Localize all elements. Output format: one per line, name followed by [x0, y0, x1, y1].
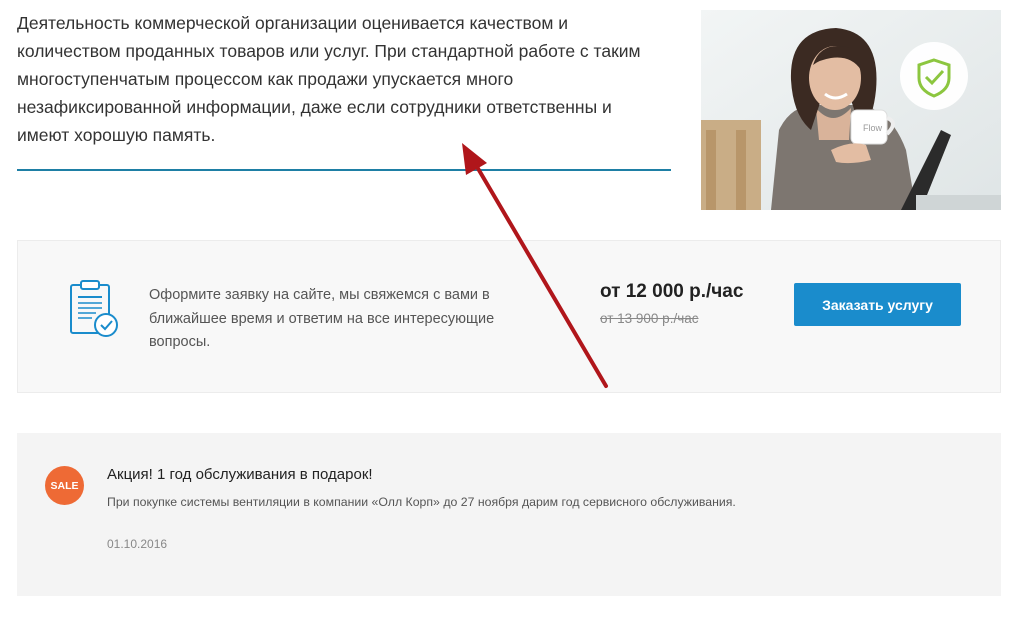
promo-title[interactable]: Акция! 1 год обслуживания в подарок! — [107, 466, 373, 483]
promo-panel: SALE Акция! 1 год обслуживания в подарок… — [17, 433, 1001, 596]
intro-text: Деятельность коммерческой организации оц… — [17, 13, 641, 145]
order-panel: Оформите заявку на сайте, мы свяжемся с … — [17, 240, 1001, 393]
price-current: от 12 000 р./час — [600, 281, 744, 302]
price-old: от 13 900 р./час — [600, 311, 699, 326]
clipboard-check-icon — [70, 280, 118, 337]
promo-date: 01.10.2016 — [107, 537, 168, 551]
order-service-button[interactable]: Заказать услугу — [794, 283, 961, 326]
sale-badge: SALE — [45, 466, 84, 505]
intro-divider — [17, 169, 671, 171]
hero-photo: Flow — [701, 10, 1001, 210]
order-description: Оформите заявку на сайте, мы свяжемся с … — [149, 287, 495, 350]
mug-text: Flow — [863, 123, 883, 133]
promo-description: При покупке системы вентиляции в компани… — [107, 495, 736, 509]
